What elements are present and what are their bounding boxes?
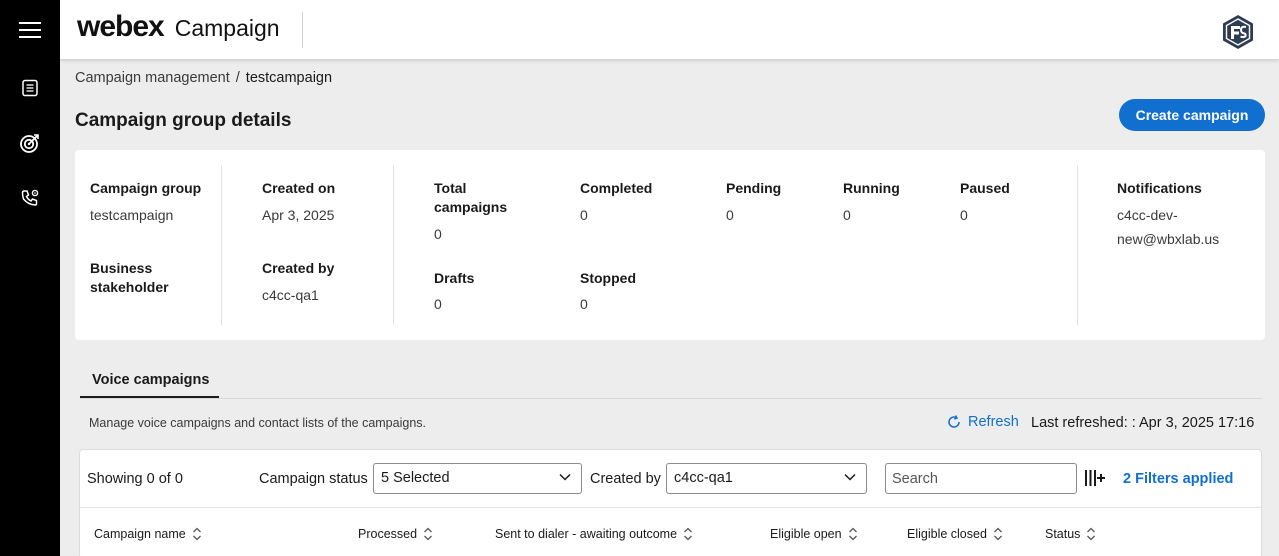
- column-header-eligible-closed[interactable]: Eligible closed: [907, 527, 1003, 541]
- column-settings-icon[interactable]: [1084, 468, 1106, 488]
- total-campaigns-value: 0: [434, 226, 442, 242]
- top-bar: webex Campaign: [60, 0, 1279, 60]
- user-avatar-icon[interactable]: [1220, 14, 1256, 50]
- column-header-eligible-open[interactable]: Eligible open: [770, 527, 858, 541]
- completed-label: Completed: [580, 180, 653, 196]
- running-value: 0: [843, 207, 851, 223]
- nav-campaigns[interactable]: [15, 128, 45, 158]
- campaign-group-label: Campaign group: [90, 180, 202, 196]
- column-header-label: Processed: [358, 527, 418, 541]
- campaign-group-value: testcampaign: [90, 207, 174, 223]
- table-header-divider: [80, 507, 1261, 508]
- breadcrumb-current: testcampaign: [245, 70, 333, 86]
- brand-divider: [302, 12, 303, 48]
- notifications-label: Notifications: [1117, 180, 1202, 196]
- drafts-value: 0: [434, 296, 442, 312]
- sort-icon: [848, 527, 857, 541]
- stopped-value: 0: [580, 296, 588, 312]
- sort-icon: [1087, 527, 1096, 541]
- paused-value: 0: [960, 207, 968, 223]
- created-on-label: Created on: [262, 180, 336, 196]
- column-header-sent-to-dialer[interactable]: Sent to dialer - awaiting outcome: [495, 527, 693, 541]
- running-label: Running: [843, 180, 900, 196]
- chevron-down-icon: [844, 473, 856, 481]
- refresh-button[interactable]: Refresh: [946, 414, 1019, 430]
- created-by-filter-label: Created by: [590, 471, 661, 487]
- breadcrumb-separator: /: [235, 70, 240, 86]
- nav-dialer-settings[interactable]: [15, 183, 45, 213]
- sort-icon: [192, 527, 201, 541]
- column-header-status[interactable]: Status: [1045, 527, 1096, 541]
- column-divider: [1077, 165, 1078, 325]
- chevron-down-icon: [559, 473, 571, 481]
- tab-voice-campaigns-label: Voice campaigns: [92, 372, 210, 388]
- filters-applied-link[interactable]: 2 Filters applied: [1123, 471, 1233, 487]
- campaign-group-details-card: Campaign group testcampaign Business sta…: [75, 150, 1265, 340]
- paused-label: Paused: [960, 180, 1010, 196]
- notifications-value-line2: new@wbxlab.us: [1117, 231, 1220, 247]
- product-name: Campaign: [174, 15, 280, 41]
- created-on-value: Apr 3, 2025: [262, 207, 335, 223]
- sort-icon: [993, 527, 1002, 541]
- column-header-campaign-name[interactable]: Campaign name: [94, 527, 202, 541]
- refresh-label: Refresh: [968, 414, 1019, 430]
- sort-icon: [424, 527, 433, 541]
- completed-value: 0: [580, 207, 588, 223]
- drafts-label: Drafts: [434, 270, 475, 286]
- column-divider: [221, 165, 222, 325]
- phone-settings-icon: [21, 189, 39, 206]
- column-header-label: Eligible closed: [907, 527, 987, 541]
- column-header-label: Sent to dialer - awaiting outcome: [495, 527, 678, 541]
- pending-label: Pending: [726, 180, 782, 196]
- column-header-label: Campaign name: [94, 527, 186, 541]
- list-description: Manage voice campaigns and contact lists…: [89, 416, 426, 430]
- total-campaigns-label-line2: campaigns: [434, 199, 508, 215]
- target-icon: [20, 134, 39, 153]
- column-header-label: Eligible open: [770, 527, 842, 541]
- created-by-value: c4cc-qa1: [262, 287, 319, 303]
- notifications-value-line1: c4cc-dev-: [1117, 207, 1178, 223]
- column-divider: [393, 165, 394, 325]
- left-navigation-rail: [0, 0, 60, 556]
- pending-value: 0: [726, 207, 734, 223]
- sort-icon: [684, 527, 693, 541]
- list-icon: [22, 79, 38, 97]
- stopped-label: Stopped: [580, 270, 636, 286]
- campaign-status-select-value: 5 Selected: [381, 470, 450, 486]
- menu-button[interactable]: [15, 15, 45, 45]
- total-campaigns-label-line1: Total: [434, 180, 467, 196]
- business-stakeholder-label-line1: Business: [90, 260, 153, 276]
- search-input[interactable]: [885, 463, 1077, 494]
- refresh-icon: [948, 415, 960, 428]
- webex-logo: webex: [77, 10, 165, 43]
- campaigns-table: Showing 0 of 0 Campaign status 5 Selecte…: [79, 449, 1262, 556]
- last-refreshed-text: Last refreshed: : Apr 3, 2025 17:16: [1031, 415, 1255, 431]
- campaign-status-filter-label: Campaign status: [259, 471, 368, 487]
- column-header-label: Status: [1045, 527, 1081, 541]
- business-stakeholder-label-line2: stakeholder: [90, 279, 169, 295]
- campaign-status-select[interactable]: 5 Selected: [373, 463, 582, 494]
- tab-divider: [80, 398, 1262, 399]
- nav-campaign-list[interactable]: [15, 73, 45, 103]
- created-by-label: Created by: [262, 260, 335, 276]
- page-title: Campaign group details: [75, 110, 292, 131]
- create-campaign-button[interactable]: Create campaign: [1119, 99, 1265, 131]
- app-brand[interactable]: webex Campaign: [77, 10, 280, 44]
- created-by-select-value: c4cc-qa1: [674, 470, 733, 486]
- tab-voice-campaigns[interactable]: Voice campaigns: [80, 362, 219, 398]
- menu-icon: [19, 22, 41, 38]
- created-by-select[interactable]: c4cc-qa1: [666, 463, 867, 494]
- breadcrumb: Campaign management / testcampaign: [75, 70, 332, 86]
- showing-count: Showing 0 of 0: [87, 471, 183, 487]
- column-header-processed[interactable]: Processed: [358, 527, 433, 541]
- breadcrumb-parent-link[interactable]: Campaign management: [75, 70, 230, 86]
